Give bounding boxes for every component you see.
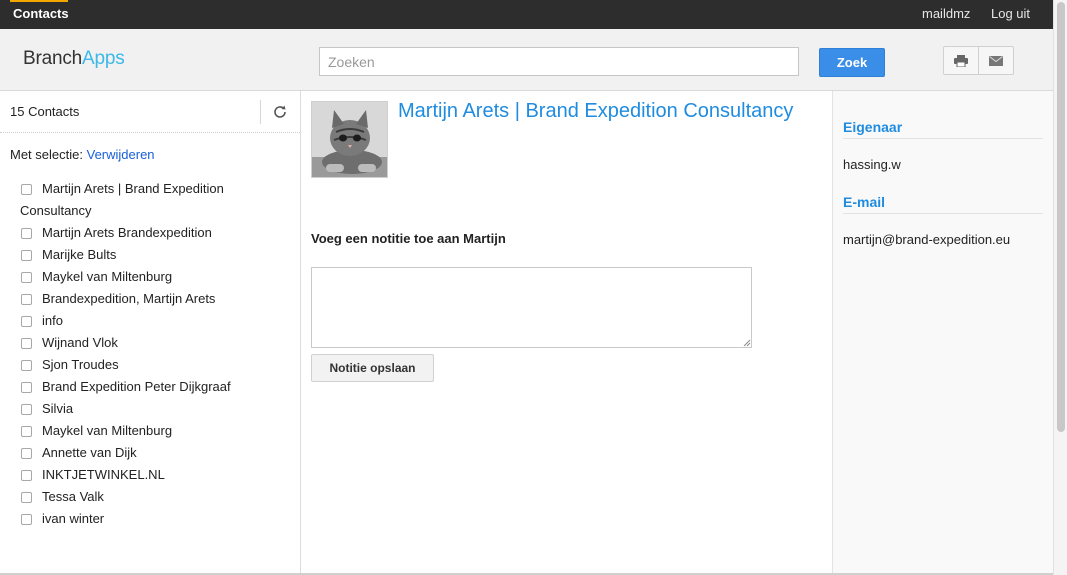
action-button-group xyxy=(943,46,1014,75)
scrollbar-thumb[interactable] xyxy=(1057,2,1065,432)
contact-name[interactable]: Brand Expedition Peter Dijkgraaf xyxy=(42,379,231,394)
search-button[interactable]: Zoek xyxy=(819,48,885,77)
contact-checkbox[interactable] xyxy=(21,492,32,503)
contacts-count: 15 Contacts xyxy=(10,104,80,119)
contact-checkbox[interactable] xyxy=(21,272,32,283)
details-panel: Eigenaar hassing.w E-mail martijn@brand-… xyxy=(832,91,1053,575)
contact-name[interactable]: Sjon Troudes xyxy=(42,357,119,372)
contacts-sidebar: 15 Contacts Met selectie: Verwijderen Ma… xyxy=(0,91,301,575)
contact-checkbox[interactable] xyxy=(21,470,32,481)
email-value[interactable]: martijn@brand-expedition.eu xyxy=(843,232,1010,247)
divider xyxy=(843,213,1043,214)
scrollbar[interactable] xyxy=(1053,0,1067,575)
contact-name[interactable]: Maykel van Miltenburg xyxy=(42,423,172,438)
contact-name[interactable]: ivan winter xyxy=(42,511,104,526)
contact-checkbox[interactable] xyxy=(21,404,32,415)
print-icon xyxy=(954,54,968,67)
top-bar: Contacts maildmz Log uit xyxy=(0,0,1053,29)
contact-name[interactable]: Martijn Arets Brandexpedition xyxy=(42,225,212,240)
owner-heading: Eigenaar xyxy=(843,119,903,135)
user-name[interactable]: maildmz xyxy=(922,6,970,21)
list-item[interactable]: Wijnand Vlok xyxy=(0,332,300,354)
contact-checkbox[interactable] xyxy=(21,294,32,305)
contact-checkbox[interactable] xyxy=(21,184,32,195)
contact-checkbox[interactable] xyxy=(21,382,32,393)
list-item[interactable]: Sjon Troudes xyxy=(0,354,300,376)
contact-checkbox[interactable] xyxy=(21,316,32,327)
contact-checkbox[interactable] xyxy=(21,448,32,459)
search-input[interactable] xyxy=(319,47,799,76)
divider xyxy=(843,138,1043,139)
contacts-count-row: 15 Contacts xyxy=(0,91,300,133)
contact-name[interactable]: Brandexpedition, Martijn Arets xyxy=(42,291,215,306)
note-label: Voeg een notitie toe aan Martijn xyxy=(311,231,506,246)
contact-name[interactable]: Annette van Dijk xyxy=(42,445,137,460)
header: BranchApps Zoek xyxy=(0,29,1053,91)
email-heading: E-mail xyxy=(843,194,886,210)
list-item[interactable]: Martijn Arets Brandexpedition xyxy=(0,222,300,244)
note-textarea[interactable] xyxy=(311,267,752,348)
contact-name[interactable]: Maykel van Miltenburg xyxy=(42,269,172,284)
list-item[interactable]: ivan winter xyxy=(0,508,300,530)
contact-checkbox[interactable] xyxy=(21,338,32,349)
list-item[interactable]: Maykel van Miltenburg xyxy=(0,420,300,442)
contact-name[interactable]: info xyxy=(42,313,63,328)
contact-name[interactable]: Marijke Bults xyxy=(42,247,116,262)
contact-name[interactable]: Martijn Arets | Brand Expedition xyxy=(42,178,290,200)
list-item[interactable]: Tessa Valk xyxy=(0,486,300,508)
list-item[interactable]: Silvia xyxy=(0,398,300,420)
divider xyxy=(260,100,261,124)
contact-name[interactable]: Wijnand Vlok xyxy=(42,335,118,350)
selection-actions: Met selectie: Verwijderen xyxy=(10,147,155,162)
list-item[interactable]: Brand Expedition Peter Dijkgraaf xyxy=(0,376,300,398)
mail-button[interactable] xyxy=(978,47,1013,74)
logo-accent: Apps xyxy=(82,48,125,69)
list-item[interactable]: Maykel van Miltenburg xyxy=(0,266,300,288)
app-name-contacts[interactable]: Contacts xyxy=(13,6,69,21)
contact-checkbox[interactable] xyxy=(21,250,32,261)
selection-label: Met selectie: xyxy=(10,147,83,162)
mail-icon xyxy=(989,55,1003,66)
owner-value: hassing.w xyxy=(843,157,901,172)
contact-checkbox[interactable] xyxy=(21,514,32,525)
contact-list: Martijn Arets | Brand Expedition Consult… xyxy=(0,178,300,530)
list-item[interactable]: Marijke Bults xyxy=(0,244,300,266)
delete-selected-link[interactable]: Verwijderen xyxy=(87,147,155,162)
logout-link[interactable]: Log uit xyxy=(991,6,1030,21)
refresh-icon[interactable] xyxy=(272,104,288,120)
contact-name[interactable]: Tessa Valk xyxy=(42,489,104,504)
resize-handle-icon[interactable] xyxy=(742,338,751,347)
list-item[interactable]: Annette van Dijk xyxy=(0,442,300,464)
active-app-indicator xyxy=(10,0,68,2)
contact-checkbox[interactable] xyxy=(21,426,32,437)
logo[interactable]: BranchApps xyxy=(23,48,125,70)
contact-checkbox[interactable] xyxy=(21,360,32,371)
contact-name[interactable]: INKTJETWINKEL.NL xyxy=(42,467,165,482)
list-item[interactable]: INKTJETWINKEL.NL xyxy=(0,464,300,486)
contact-photo xyxy=(311,101,388,178)
contact-title: Martijn Arets | Brand Expedition Consult… xyxy=(398,100,794,122)
list-item[interactable]: info xyxy=(0,310,300,332)
contact-detail: Martijn Arets | Brand Expedition Consult… xyxy=(301,91,832,575)
contact-name[interactable]: Silvia xyxy=(42,401,73,416)
contact-name-continued[interactable]: Consultancy xyxy=(20,200,290,222)
list-item[interactable]: Martijn Arets | Brand Expedition Consult… xyxy=(0,178,300,222)
print-button[interactable] xyxy=(944,47,978,74)
save-note-button[interactable]: Notitie opslaan xyxy=(311,354,434,382)
cat-avatar-icon xyxy=(312,102,387,177)
logo-main: Branch xyxy=(23,48,83,69)
list-item[interactable]: Brandexpedition, Martijn Arets xyxy=(0,288,300,310)
contact-checkbox[interactable] xyxy=(21,228,32,239)
